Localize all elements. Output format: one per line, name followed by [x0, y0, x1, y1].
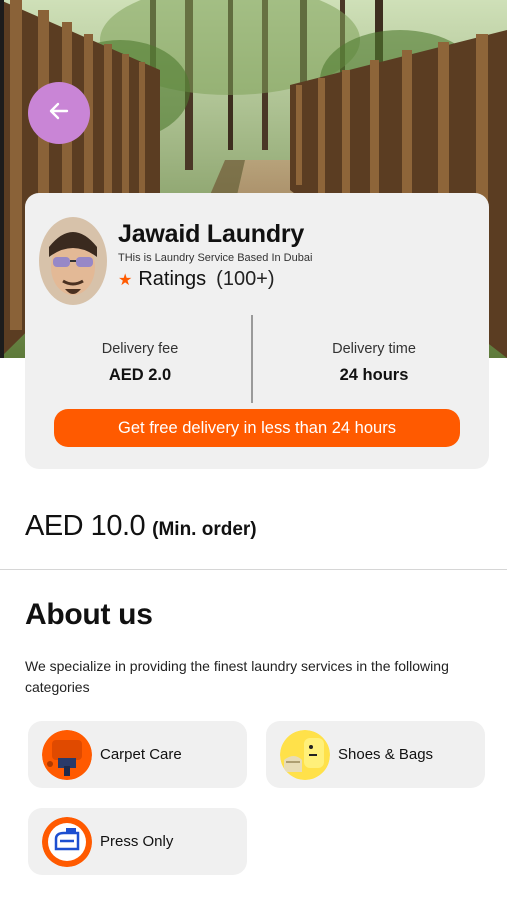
- delivery-fee-value: AED 2.0: [108, 366, 172, 384]
- rating-label: Ratings: [138, 268, 207, 290]
- stats-divider: [251, 315, 253, 403]
- delivery-fee: Delivery fee AED 2.0: [25, 341, 255, 385]
- category-press-only[interactable]: Press Only: [28, 808, 247, 875]
- arrow-left-icon: [47, 99, 71, 128]
- delivery-time: Delivery time 24 hours: [259, 341, 489, 385]
- rating-row: ★ Ratings (100+): [118, 268, 275, 291]
- category-carpet-care[interactable]: Carpet Care: [28, 721, 247, 788]
- section-divider: [0, 569, 507, 570]
- delivery-time-value: 24 hours: [339, 366, 409, 384]
- star-icon: ★: [118, 271, 133, 289]
- iron-icon: [42, 816, 92, 867]
- category-shoes-bags[interactable]: Shoes & Bags: [266, 721, 485, 788]
- free-delivery-button[interactable]: Get free delivery in less than 24 hours: [54, 409, 460, 447]
- about-text: We specialize in providing the finest la…: [25, 658, 449, 695]
- rating-count: (100+): [216, 268, 275, 290]
- carpet-icon: [42, 729, 92, 780]
- shoes-bags-icon: [280, 729, 330, 780]
- min-order-label: (Min. order): [152, 519, 257, 540]
- vendor-description: THis is Laundry Service Based In Dubai: [118, 252, 313, 264]
- category-label: Shoes & Bags: [338, 746, 434, 763]
- delivery-stats: Delivery fee AED 2.0 Delivery time 24 ho…: [25, 313, 489, 403]
- about-title: About us: [25, 598, 153, 631]
- category-label: Carpet Care: [100, 746, 182, 763]
- min-order: AED 10.0 (Min. order): [25, 510, 257, 543]
- back-button[interactable]: [28, 82, 90, 144]
- category-label: Press Only: [100, 833, 174, 850]
- delivery-time-label: Delivery time: [332, 341, 416, 357]
- vendor-info-card: Jawaid Laundry THis is Laundry Service B…: [25, 193, 489, 469]
- min-order-amount: AED 10.0: [25, 510, 146, 542]
- vendor-avatar: [39, 217, 107, 305]
- vendor-name: Jawaid Laundry: [118, 220, 305, 248]
- delivery-fee-label: Delivery fee: [101, 341, 179, 357]
